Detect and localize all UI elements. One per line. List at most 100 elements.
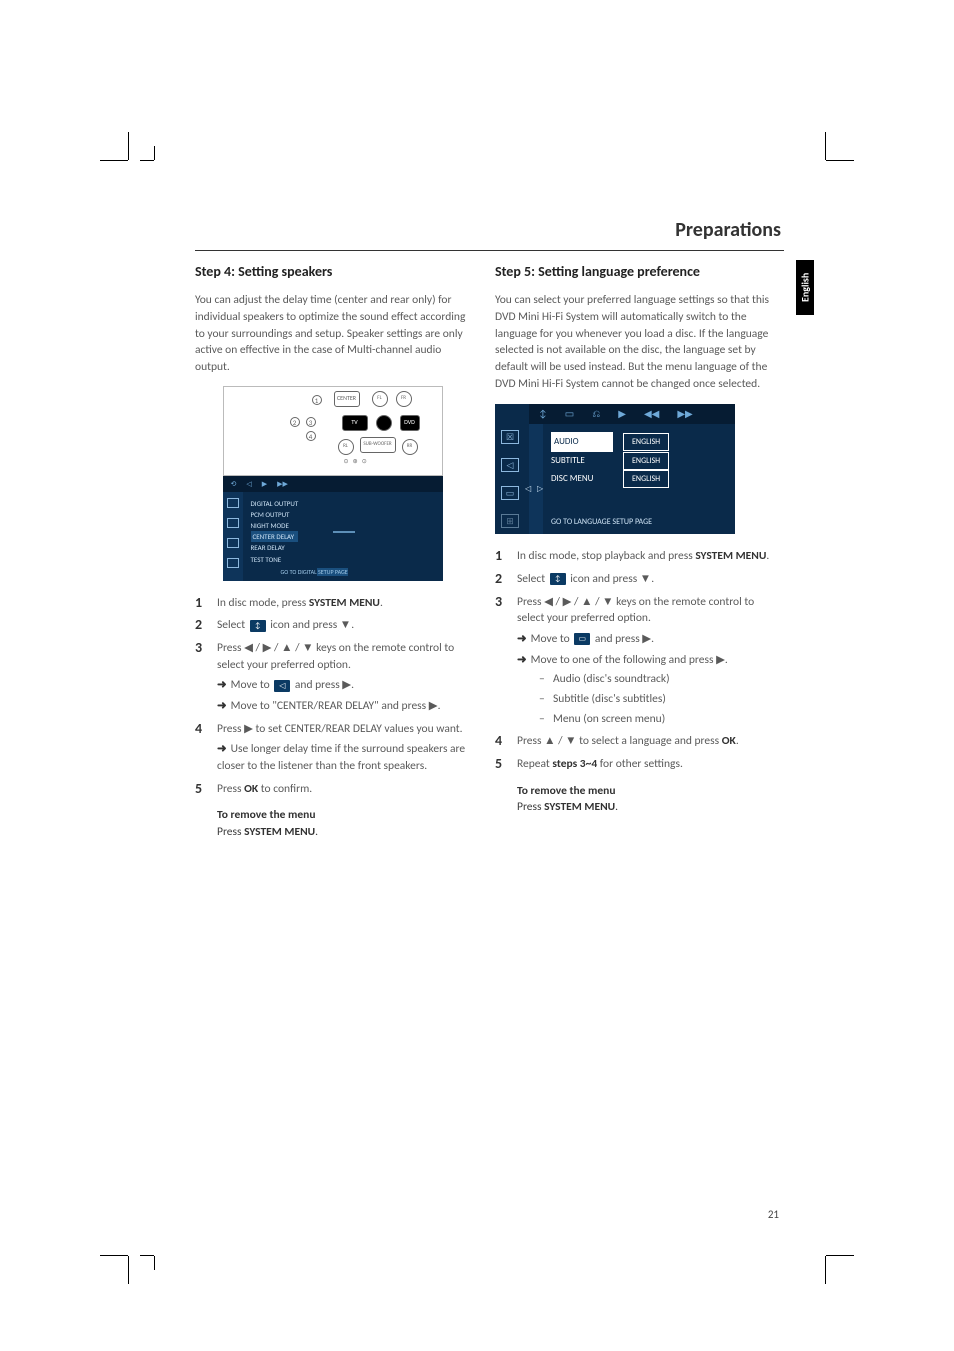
- osd-top-icon: ◀◀: [644, 407, 659, 422]
- crop-mark: [826, 160, 854, 161]
- callout-2: 2: [290, 417, 300, 427]
- speaker-rr: RR: [402, 439, 418, 455]
- page: Preparations English Step 4: Setting spe…: [0, 0, 954, 1351]
- speaker-layout-figure: CENTER FL FR TV DVD RL SUB-WOOFER RR ⊙ ⊛…: [223, 386, 443, 581]
- crop-mark: [100, 1255, 128, 1256]
- step-number: 1: [195, 593, 202, 613]
- osd-left-icon: ☒: [501, 430, 519, 444]
- remove-title: To remove the menu: [217, 808, 316, 822]
- crop-mark: [100, 160, 128, 161]
- dash-item: Menu (on screen menu): [517, 711, 770, 728]
- step-number: 2: [195, 615, 202, 635]
- osd-left-icon: [227, 538, 239, 548]
- remove-title: To remove the menu: [517, 784, 616, 798]
- osd-row: DISC MENUENGLISH: [551, 470, 669, 488]
- column-step5: Step 5: Setting language preference You …: [495, 262, 770, 816]
- osd-screenshot-figure: ⟲ ◁ ▶ ▶▶ DIGITAL OUTPUT PCM OUTPUT NIGHT…: [223, 476, 443, 581]
- step5-intro: You can select your preferred language s…: [495, 292, 770, 392]
- osd-value-box: [333, 531, 355, 533]
- step5-title: Step 5: Setting language preference: [495, 262, 770, 282]
- osd-menu-item: DIGITAL OUTPUT: [251, 498, 299, 509]
- speaker-fl: FL: [372, 391, 388, 407]
- speaker-sub: SUB-WOOFER: [360, 437, 396, 453]
- step-number: 4: [495, 731, 502, 751]
- list-item: 3 Press ◀ / ▶ / ▲ / ▼ keys on the remote…: [195, 640, 470, 715]
- page-title: Preparations: [675, 218, 781, 242]
- list-item: 5 Press OK to confirm.: [195, 781, 470, 798]
- osd-menu-item: REAR DELAY: [251, 542, 299, 553]
- osd-menu-item: PCM OUTPUT: [251, 509, 299, 520]
- column-step4: Step 4: Setting speakers You can adjust …: [195, 262, 470, 841]
- crop-mark: [128, 132, 129, 160]
- step4-intro: You can adjust the delay time (center an…: [195, 292, 470, 375]
- list-item: 1 In disc mode, stop playback and press …: [495, 548, 770, 565]
- crop-mark: [140, 1255, 154, 1256]
- speaker-dvd: DVD: [400, 415, 420, 431]
- osd-row: SUBTITLEENGLISH: [551, 452, 669, 470]
- osd-top-icon: ▭: [565, 407, 574, 422]
- step-number: 3: [195, 638, 202, 658]
- osd-top-icon: ▶▶: [677, 407, 692, 422]
- language-tab: English: [796, 260, 814, 315]
- step5-list: 1 In disc mode, stop playback and press …: [495, 548, 770, 772]
- crop-mark: [826, 1255, 854, 1256]
- osd-top-icon: ▶: [262, 479, 267, 489]
- remove-menu-block: To remove the menu Press SYSTEM MENU.: [495, 783, 770, 816]
- display-icon: ▭: [574, 633, 590, 645]
- arrow-icon: ➜: [517, 653, 527, 667]
- speaker-tv: TV: [342, 415, 368, 431]
- osd-left-icon: [227, 518, 239, 528]
- crop-mark: [128, 1256, 129, 1284]
- person-icon: [376, 415, 392, 431]
- list-item: 4 Press ▲ / ▼ to select a language and p…: [495, 733, 770, 750]
- list-item: 3 Press ◀ / ▶ / ▲ / ▼ keys on the remote…: [495, 594, 770, 728]
- crop-mark: [154, 146, 155, 160]
- arrow-icon: ➜: [217, 699, 227, 713]
- speaker-icon: ◁: [274, 680, 290, 692]
- step-number: 5: [495, 754, 502, 774]
- crop-mark: [140, 160, 154, 161]
- dash-item: Subtitle (disc's subtitles): [517, 691, 770, 708]
- list-item: 4 Press ▶ to set CENTER/REAR DELAY value…: [195, 721, 470, 775]
- header-rule: [195, 250, 784, 251]
- step-number: 4: [195, 719, 202, 739]
- step4-list: 1 In disc mode, press SYSTEM MENU. 2 Sel…: [195, 595, 470, 798]
- page-number: 21: [768, 1208, 779, 1221]
- osd-top-icon: ↕: [539, 407, 547, 422]
- language-osd-figure: ↕ ▭ ⎌ ▶ ◀◀ ▶▶ ☒ ◁ ▭ ⊞ ◁▷ AUDIOENGLISH SU…: [495, 404, 735, 534]
- osd-menu-item: NIGHT MODE: [251, 520, 299, 531]
- list-item: 1 In disc mode, press SYSTEM MENU.: [195, 595, 470, 612]
- osd-left-icon: [227, 558, 239, 568]
- osd-left-icon: ◁: [501, 458, 519, 472]
- osd-left-icon: ▭: [501, 486, 519, 500]
- crop-mark: [825, 1256, 826, 1284]
- slider-icon: ↕: [550, 573, 566, 585]
- arrow-icon: ➜: [217, 678, 227, 692]
- list-item: 5 Repeat steps 3~4 for other settings.: [495, 756, 770, 773]
- callout-3: 3: [306, 417, 316, 427]
- osd-row: AUDIOENGLISH: [551, 432, 669, 452]
- arrow-icon: ➜: [517, 632, 527, 646]
- osd-top-icon: ⎌: [592, 407, 600, 422]
- speaker-fr: FR: [396, 391, 412, 407]
- osd-footer: GO TO DIGITAL SETUP PAGE: [281, 568, 348, 577]
- step4-title: Step 4: Setting speakers: [195, 262, 470, 282]
- arrow-icon: ➜: [217, 742, 227, 756]
- osd-menu-item: TEST TONE: [251, 554, 299, 565]
- step-number: 1: [495, 546, 502, 566]
- speaker-bottom-icons: ⊙ ⊛ ⊙: [344, 457, 367, 466]
- step-number: 3: [495, 592, 502, 612]
- osd-left-icon: [227, 498, 239, 508]
- step-number: 5: [195, 779, 202, 799]
- speaker-rl: RL: [338, 439, 354, 455]
- osd-footer: GO TO LANGUAGE SETUP PAGE: [551, 517, 652, 529]
- list-item: 2 Select ↕ icon and press ▼.: [495, 571, 770, 588]
- osd-menu: DIGITAL OUTPUT PCM OUTPUT NIGHT MODE CEN…: [251, 498, 299, 565]
- callout-4: 4: [306, 431, 316, 441]
- osd-top-icon: ◁: [246, 479, 251, 489]
- crop-mark: [154, 1256, 155, 1270]
- osd-left-icon: ⊞: [501, 514, 519, 528]
- speaker-center: CENTER: [334, 391, 360, 407]
- crop-mark: [825, 132, 826, 160]
- osd-top-icon: ▶: [618, 407, 626, 422]
